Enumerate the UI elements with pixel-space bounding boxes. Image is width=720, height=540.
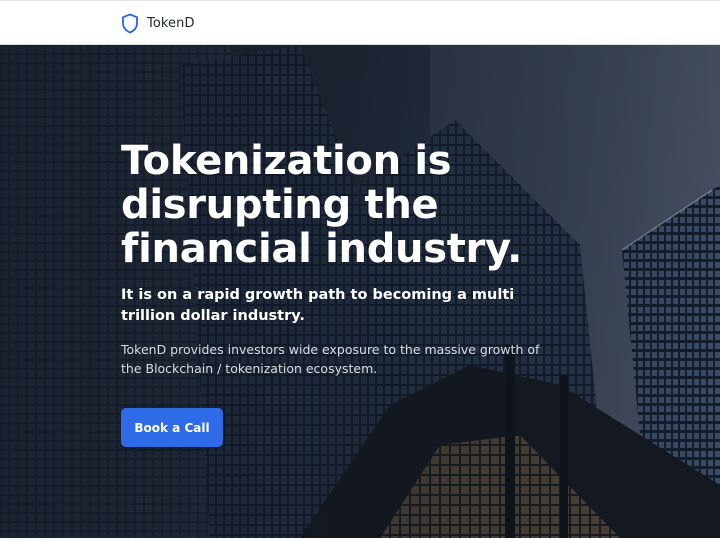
hero-section: Tokenization is disrupting the financial… [0,45,720,538]
hero-content: Tokenization is disrupting the financial… [121,138,591,447]
shield-icon [122,13,138,33]
book-a-call-button[interactable]: Book a Call [121,408,223,447]
brand-logo[interactable]: TokenD [121,12,195,34]
navbar: TokenD [0,0,720,45]
brand-name: TokenD [147,15,195,31]
hero-description: TokenD provides investors wide exposure … [121,342,540,376]
hero-headline: Tokenization is disrupting the financial… [121,138,522,272]
hero-subheadline: It is on a rapid growth path to becoming… [121,287,515,324]
